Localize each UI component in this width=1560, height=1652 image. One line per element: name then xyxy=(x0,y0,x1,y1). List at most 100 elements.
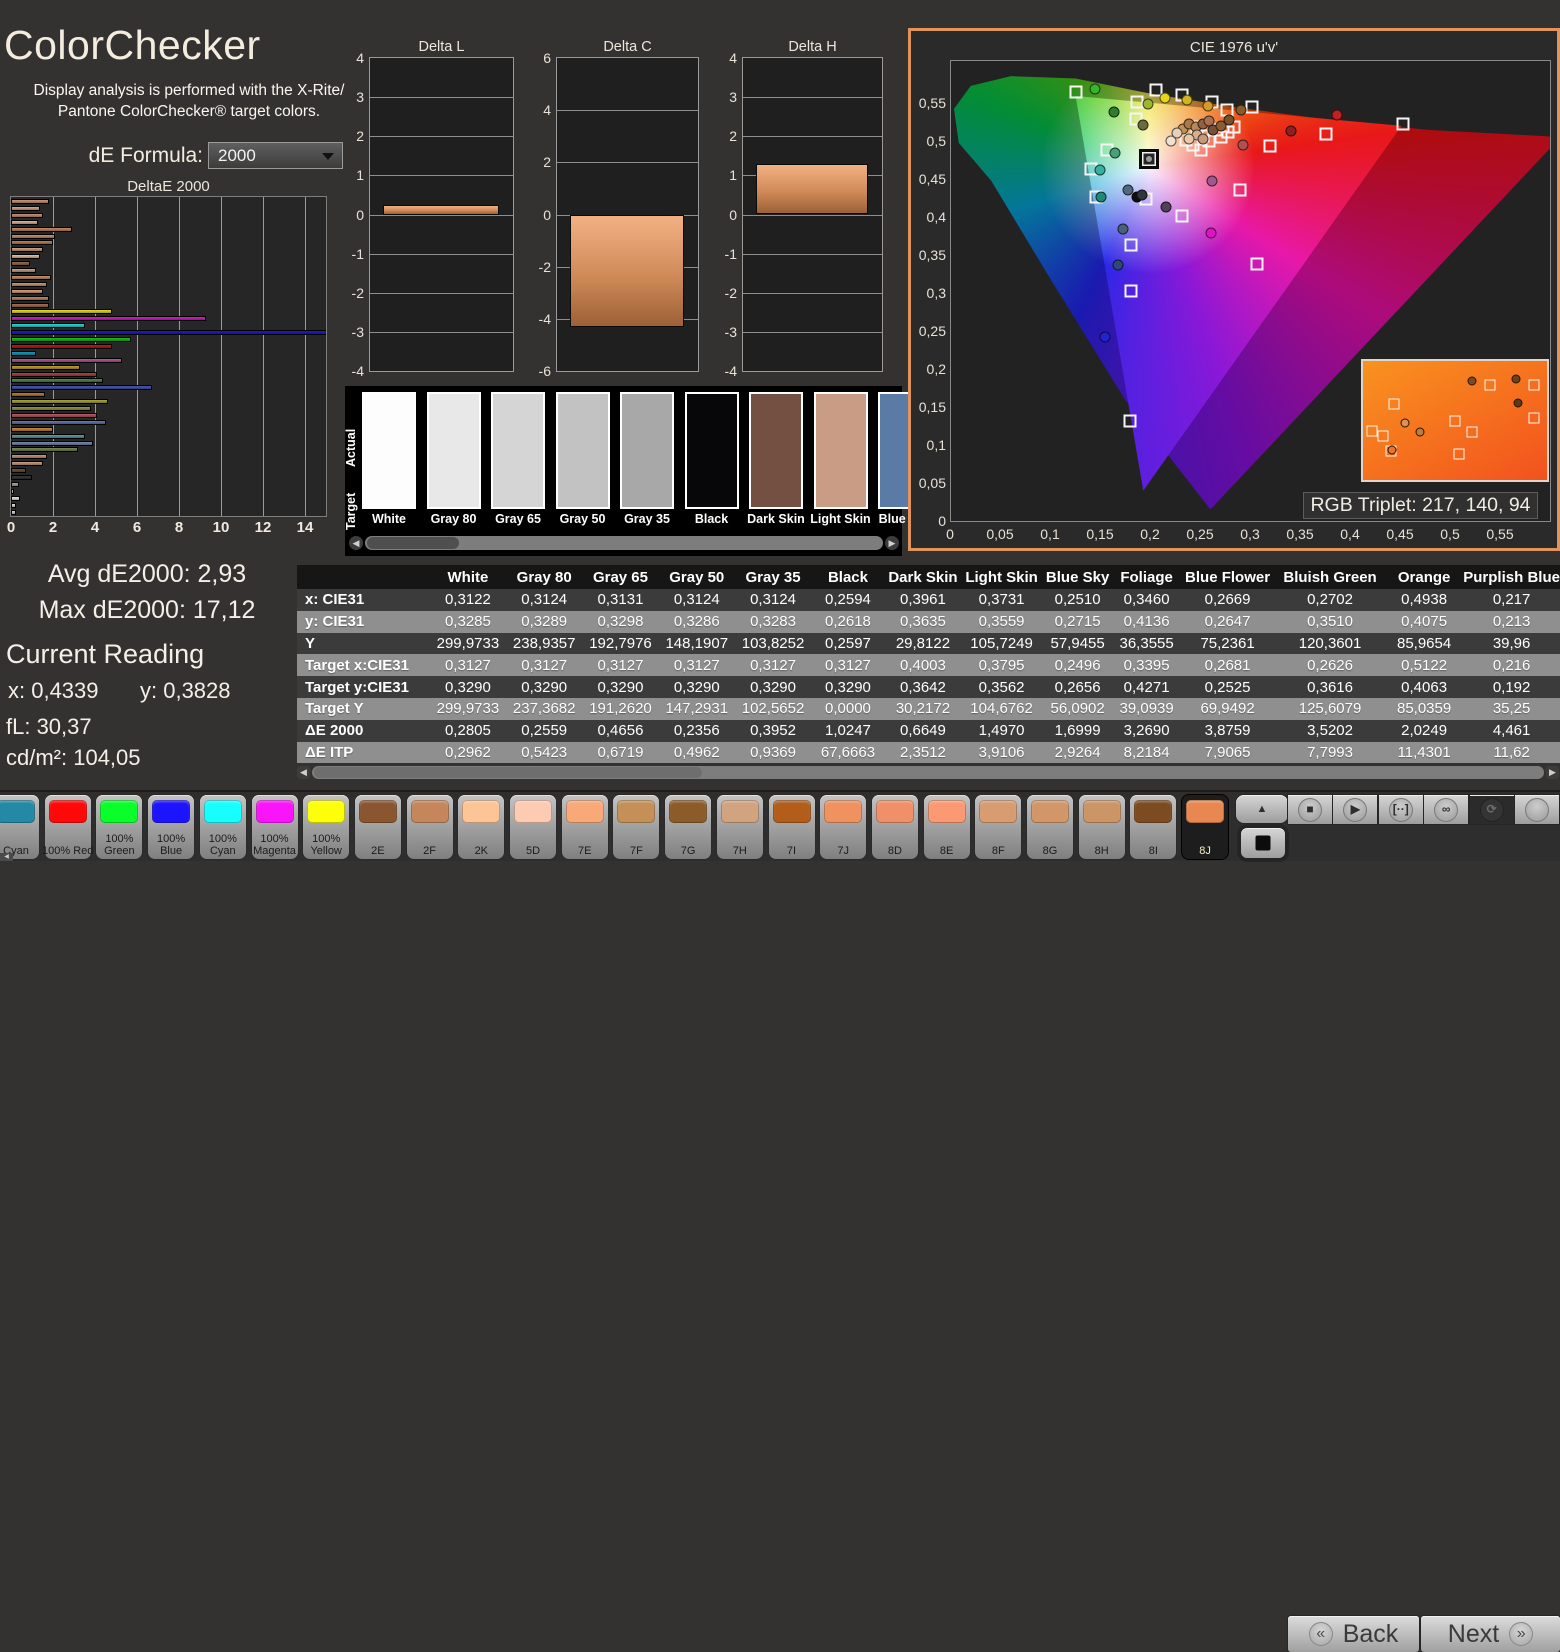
cie-y-tick-label: 0,1 xyxy=(926,437,946,453)
de-formula-value: 2000 xyxy=(218,146,256,165)
table-scrollbar-thumb[interactable] xyxy=(314,767,702,778)
color-swatch xyxy=(749,392,803,509)
patch-button-2k[interactable]: 2K xyxy=(458,795,505,859)
cie-diagram-panel: CIE 1976 u'v' RGB Triplet: 217, 140, 94 … xyxy=(908,28,1560,551)
patch-button-8j[interactable]: 8J xyxy=(1182,795,1229,859)
table-cell: 2,9264 xyxy=(1042,741,1114,764)
patch-button-label: 7F xyxy=(629,844,643,857)
patch-button-label: 7E xyxy=(577,844,592,857)
deltae-bar xyxy=(11,330,326,336)
page-description: Display analysis is performed with the X… xyxy=(33,82,345,120)
swatch-scrollbar-thumb[interactable] xyxy=(367,537,459,549)
cie-measured-dot xyxy=(1159,92,1171,104)
scroll-up-button[interactable]: ▲ xyxy=(1236,795,1288,823)
blank-button[interactable] xyxy=(1515,795,1559,824)
patch-button-100-yellow[interactable]: 100% Yellow xyxy=(303,795,350,859)
swatch-scroll-left-icon[interactable]: ◀ xyxy=(349,536,363,550)
table-row: y: CIE31 0,3285 0,3289 0,3298 0,3286 0,3283 0,… xyxy=(297,610,1560,633)
loop-button[interactable]: ⟳ xyxy=(1469,795,1514,824)
patch-color-chip xyxy=(1031,800,1069,823)
table-cell: 0,2702 xyxy=(1275,589,1385,611)
table-scroll-right-icon[interactable]: ▶ xyxy=(1546,766,1559,779)
table-cell: 0,3562 xyxy=(961,676,1043,698)
patch-button-2f[interactable]: 2F xyxy=(406,795,453,859)
table-scroll-left-icon[interactable]: ◀ xyxy=(297,766,310,779)
cie-target-square xyxy=(1194,143,1208,157)
cie-target-square xyxy=(1396,117,1410,131)
deltae-bar xyxy=(11,509,17,515)
x-tick-label: 0 xyxy=(6,519,16,536)
cie-measured-dot xyxy=(1223,114,1235,126)
patch-button-8f[interactable]: 8F xyxy=(975,795,1022,859)
patch-button-7i[interactable]: 7I xyxy=(768,795,815,859)
patch-button-5d[interactable]: 5D xyxy=(510,795,556,859)
patch-button-label: 2E xyxy=(371,844,385,857)
table-cell: 3,9106 xyxy=(961,741,1043,764)
delta-bar xyxy=(569,214,684,327)
swatch-scrollbar[interactable] xyxy=(365,536,883,550)
stop-button[interactable]: ■ xyxy=(1288,795,1332,824)
patch-button-7f[interactable]: 7F xyxy=(613,795,660,859)
patch-button-label: 2F xyxy=(423,844,437,857)
back-button[interactable]: « Back xyxy=(1288,1616,1419,1652)
table-row: ΔE 2000 0,2805 0,2559 0,4656 0,2356 0,3952 1,0… xyxy=(297,719,1560,742)
y-tick-label: -1 xyxy=(351,245,364,262)
table-column-header: Dark Skin xyxy=(884,565,962,589)
patch-button-7g[interactable]: 7G xyxy=(665,795,712,859)
gridline xyxy=(743,136,882,138)
patch-button-100-cyan[interactable]: 100% Cyan xyxy=(199,795,246,859)
x-tick-label: 14 xyxy=(296,519,314,536)
deltae-bar xyxy=(11,254,41,260)
table-column-header: Blue Flower xyxy=(1180,565,1276,589)
table-cell: 0,2962 xyxy=(429,741,507,764)
stop-frame-button[interactable] xyxy=(1238,825,1288,861)
color-swatch xyxy=(620,392,674,509)
y-tick-label: 4 xyxy=(356,50,364,66)
patch-button-100-blue[interactable]: 100% Blue xyxy=(148,795,195,859)
gridline xyxy=(305,197,306,516)
table-cell: 30,2172 xyxy=(884,697,962,720)
patch-button-7e[interactable]: 7E xyxy=(561,795,608,859)
gridline xyxy=(370,331,513,333)
table-cell: 0,3395 xyxy=(1113,654,1181,677)
patch-color-chip xyxy=(100,800,139,823)
de-formula-dropdown[interactable]: 2000 xyxy=(208,142,343,169)
patch-color-chip xyxy=(514,800,552,823)
swatch-scroll-right-icon[interactable]: ▶ xyxy=(885,536,899,550)
table-cell: 0,9369 xyxy=(734,741,812,764)
patch-button-cyan[interactable]: Cyan xyxy=(0,795,39,859)
patch-button-label: 8D xyxy=(887,844,902,857)
table-cell: 0,5122 xyxy=(1384,654,1464,677)
patch-color-chip xyxy=(462,800,501,823)
swatch-label: Gray 35 xyxy=(624,512,670,526)
patch-button-8e[interactable]: 8E xyxy=(923,795,970,859)
play-button[interactable]: ▶ xyxy=(1333,795,1378,824)
patch-button-100-magenta[interactable]: 100% Magenta xyxy=(251,795,298,859)
y-tick-label: -4 xyxy=(351,363,364,379)
infinity-button[interactable]: ∞ xyxy=(1424,795,1469,824)
patch-button-2e[interactable]: 2E xyxy=(354,795,401,859)
deltae-bar xyxy=(11,481,20,487)
step-button[interactable]: [··] xyxy=(1378,795,1423,824)
next-button[interactable]: Next » xyxy=(1421,1616,1560,1652)
patch-button-100-green[interactable]: 100% Green xyxy=(96,795,143,859)
gridline xyxy=(743,331,882,333)
table-cell: 0,2681 xyxy=(1180,654,1276,677)
patch-button-7j[interactable]: 7J xyxy=(820,795,867,859)
patch-button-8h[interactable]: 8H xyxy=(1078,795,1125,859)
patch-button-8g[interactable]: 8G xyxy=(1027,795,1073,859)
table-scrollbar[interactable] xyxy=(312,766,1544,779)
deltae-bar xyxy=(11,419,106,425)
y-tick-label: 2 xyxy=(543,154,551,171)
patch-color-chip xyxy=(824,800,863,823)
patch-button-100-red[interactable]: 100% Red xyxy=(42,795,93,859)
patch-button-8d[interactable]: 8D xyxy=(871,795,918,859)
table-row: x: CIE31 0,3122 0,3124 0,3131 0,3124 0,3124 0,… xyxy=(297,589,1560,611)
cie-x-tick-label: 0,1 xyxy=(1040,526,1060,542)
patch-button-7h[interactable]: 7H xyxy=(716,795,763,859)
table-cell: 39,96 xyxy=(1463,632,1560,655)
table-cell: 0,2805 xyxy=(429,719,507,742)
toolbar-scroll-left-icon[interactable]: ◀ xyxy=(0,853,13,861)
patch-button-8i[interactable]: 8I xyxy=(1130,795,1177,859)
table-cell: 0,3290 xyxy=(582,676,659,698)
